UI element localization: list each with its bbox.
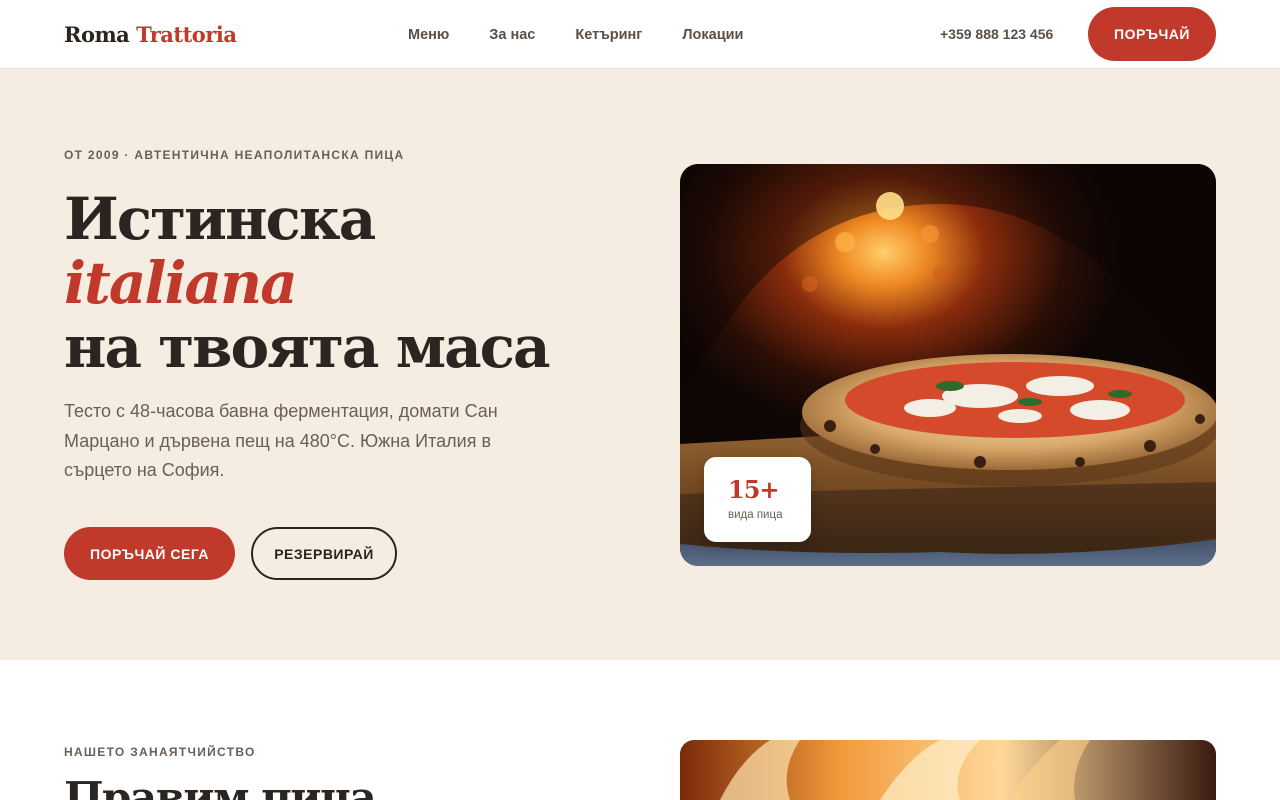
hero-title-line1: Истинска	[64, 185, 376, 253]
hero-title-line3: на твоята маса	[64, 313, 551, 381]
nav-link-menu[interactable]: Меню	[408, 24, 449, 46]
logo-part-trattoria: Trattoria	[136, 22, 237, 47]
order-now-button[interactable]: ПОРЪЧАЙ СЕГА	[64, 527, 235, 580]
hero-title-line2: italiana	[64, 249, 298, 317]
hero-title: Истинска italiana на твоята маса	[64, 185, 551, 381]
phone-link[interactable]: +359 888 123 456	[940, 24, 1053, 44]
hero-section: ОТ 2009 · АВТЕНТИЧНА НЕАПОЛИТАНСКА ПИЦА …	[0, 69, 1280, 660]
nav-link-about[interactable]: За нас	[489, 24, 535, 46]
nav-link-catering[interactable]: Кетъринг	[575, 24, 642, 46]
badge-label: вида пица	[728, 509, 783, 521]
logo-part-roma: Roma	[64, 22, 130, 47]
pizza-count-badge: 15+ вида пица	[704, 457, 811, 542]
hero-eyebrow: ОТ 2009 · АВТЕНТИЧНА НЕАПОЛИТАНСКА ПИЦА	[64, 148, 405, 162]
main-nav: Меню За нас Кетъринг Локации	[408, 24, 783, 46]
craft-title: Правим пица	[64, 773, 377, 800]
craft-eyebrow: НАШЕТО ЗАНАЯТЧИЙСТВО	[64, 745, 256, 759]
nav-link-locations[interactable]: Локации	[682, 24, 743, 46]
hero-lead: Тесто с 48-часова бавна ферментация, дом…	[64, 401, 498, 480]
badge-number: 15+	[728, 475, 780, 504]
reserve-button[interactable]: РЕЗЕРВИРАЙ	[251, 527, 397, 580]
logo[interactable]: Roma Trattoria	[64, 21, 237, 49]
site-header: Roma Trattoria Меню За нас Кетъринг Лока…	[0, 0, 1280, 69]
fire-photo	[680, 740, 1216, 800]
order-button[interactable]: ПОРЪЧАЙ	[1088, 7, 1216, 61]
